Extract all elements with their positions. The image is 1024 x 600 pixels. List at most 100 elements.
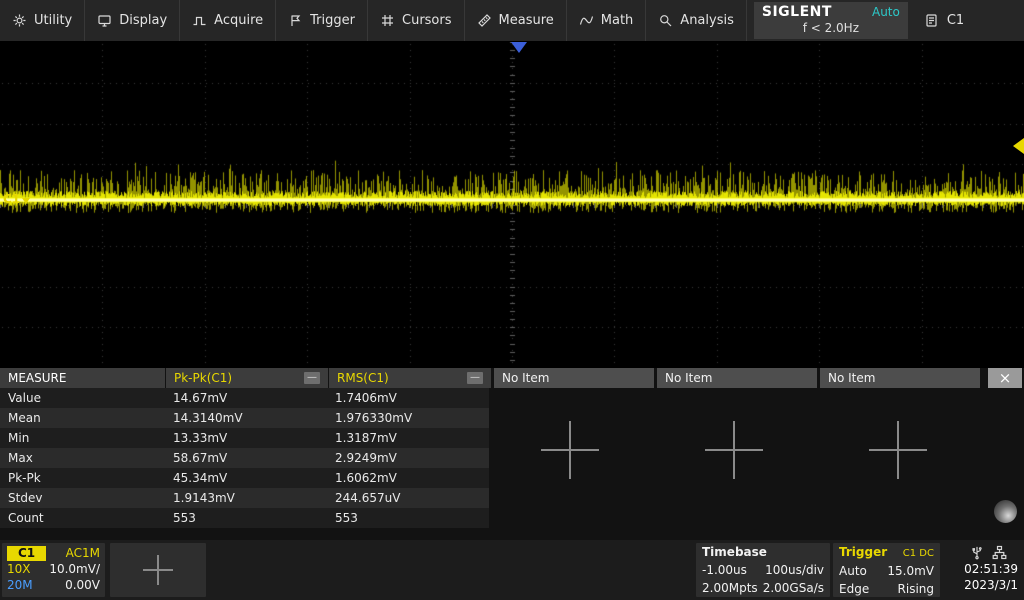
stat-label: Min bbox=[0, 428, 165, 448]
bottom-status-bar: C1 AC1M 10X 10.0mV/ 20M 0.00V Timebase -… bbox=[0, 540, 1024, 600]
trigger-position-marker[interactable] bbox=[511, 42, 527, 53]
stat-value: 244.657uV bbox=[327, 488, 489, 508]
channel-marker-label: C1 bbox=[3, 192, 20, 206]
stat-label: Count bbox=[0, 508, 165, 528]
measure-column-pkpk-label: Pk-Pk(C1) bbox=[174, 371, 232, 385]
stat-value: 1.976330mV bbox=[327, 408, 489, 428]
stat-label: Value bbox=[0, 388, 165, 408]
measure-column-rms-label: RMS(C1) bbox=[337, 371, 389, 385]
measure-header: MEASURE Pk-Pk(C1) — RMS(C1) — No Item No… bbox=[0, 368, 1024, 388]
table-row: Max58.67mV2.9249mV bbox=[0, 448, 489, 468]
stat-value: 1.7406mV bbox=[327, 388, 489, 408]
stat-value: 14.67mV bbox=[165, 388, 327, 408]
trigger-frequency: f < 2.0Hz bbox=[762, 21, 900, 35]
pulse-icon bbox=[192, 13, 207, 28]
stat-value: 1.9143mV bbox=[165, 488, 327, 508]
remove-pkpk-button[interactable]: — bbox=[304, 372, 320, 384]
gear-icon bbox=[12, 13, 27, 28]
timebase-samplerate: 2.00GSa/s bbox=[763, 579, 824, 597]
menu-item-acquire[interactable]: Acquire bbox=[180, 0, 276, 41]
menu-label-measure: Measure bbox=[499, 13, 554, 28]
measure-title: MEASURE bbox=[0, 368, 165, 388]
trigger-title: Trigger bbox=[839, 544, 887, 561]
menu-label-math: Math bbox=[601, 13, 634, 28]
measure-column-pkpk[interactable]: Pk-Pk(C1) — bbox=[166, 368, 328, 388]
menu-item-utility[interactable]: Utility bbox=[0, 0, 85, 41]
channel-marker-arrow-icon bbox=[22, 198, 30, 204]
add-measure-placeholder-3[interactable] bbox=[869, 421, 927, 479]
flag-icon bbox=[288, 13, 303, 28]
trigger-slope: Rising bbox=[898, 580, 934, 598]
active-channel-label[interactable]: C1 bbox=[947, 13, 964, 28]
channel-bandwidth: 20M bbox=[7, 577, 33, 593]
measure-panel: MEASURE Pk-Pk(C1) — RMS(C1) — No Item No… bbox=[0, 368, 1024, 540]
remove-rms-button[interactable]: — bbox=[467, 372, 483, 384]
menu-label-utility: Utility bbox=[34, 13, 72, 28]
top-menu-bar: Utility Display Acquire Trigger Cursors … bbox=[0, 0, 1024, 42]
timebase-descriptor[interactable]: Timebase -1.00us 100us/div 2.00Mpts 2.00… bbox=[696, 543, 830, 597]
clock-time: 02:51:39 bbox=[964, 561, 1018, 577]
stat-value: 45.34mV bbox=[165, 468, 327, 488]
measure-column-empty-2[interactable]: No Item bbox=[657, 368, 817, 388]
waveform-canvas[interactable] bbox=[0, 42, 1024, 368]
channel-offset-marker[interactable]: C1 bbox=[3, 192, 30, 206]
ruler-icon bbox=[477, 13, 492, 28]
add-measure-placeholder-2[interactable] bbox=[705, 421, 763, 479]
measure-column-rms[interactable]: RMS(C1) — bbox=[329, 368, 491, 388]
table-row: Value14.67mV1.7406mV bbox=[0, 388, 489, 408]
menu-item-measure[interactable]: Measure bbox=[465, 0, 567, 41]
measure-column-empty-3[interactable]: No Item bbox=[820, 368, 980, 388]
trigger-descriptor[interactable]: Trigger C1 DC Auto 15.0mV Edge Rising bbox=[833, 543, 940, 597]
channel-descriptor-c1[interactable]: C1 AC1M 10X 10.0mV/ 20M 0.00V bbox=[2, 543, 105, 597]
channel-badge: C1 bbox=[7, 546, 46, 561]
channel-probe: 10X bbox=[7, 561, 31, 577]
menu-item-analysis[interactable]: Analysis bbox=[646, 0, 747, 41]
table-row: Mean14.3140mV1.976330mV bbox=[0, 408, 489, 428]
menu-item-display[interactable]: Display bbox=[85, 0, 180, 41]
table-row: Pk-Pk45.34mV1.6062mV bbox=[0, 468, 489, 488]
table-row: Min13.33mV1.3187mV bbox=[0, 428, 489, 448]
brand-logo: SIGLENT bbox=[762, 4, 832, 20]
timebase-points: 2.00Mpts bbox=[702, 579, 758, 597]
math-icon bbox=[579, 13, 594, 28]
clock-date: 2023/3/1 bbox=[964, 577, 1018, 593]
stat-value: 553 bbox=[327, 508, 489, 528]
usb-icon bbox=[970, 545, 984, 560]
close-measure-button[interactable]: × bbox=[988, 368, 1022, 388]
stat-value: 1.3187mV bbox=[327, 428, 489, 448]
multifunction-knob-icon[interactable] bbox=[994, 500, 1017, 523]
add-measure-placeholder-1[interactable] bbox=[541, 421, 599, 479]
stat-value: 2.9249mV bbox=[327, 448, 489, 468]
timebase-delay: -1.00us bbox=[702, 561, 747, 579]
stat-label: Pk-Pk bbox=[0, 468, 165, 488]
plus-icon bbox=[143, 555, 173, 585]
stat-label: Max bbox=[0, 448, 165, 468]
waveform-area: C1 bbox=[0, 42, 1024, 368]
brand-panel: SIGLENT Auto f < 2.0Hz bbox=[754, 2, 908, 39]
acquisition-status: Auto bbox=[872, 5, 900, 19]
stat-label: Stdev bbox=[0, 488, 165, 508]
trigger-level-marker[interactable] bbox=[1013, 138, 1024, 154]
channel-offset: 0.00V bbox=[65, 577, 100, 593]
clock: 02:51:39 2023/3/1 bbox=[964, 561, 1018, 593]
trigger-type: Edge bbox=[839, 580, 869, 598]
menu-label-display: Display bbox=[119, 13, 167, 28]
menu-label-trigger: Trigger bbox=[310, 13, 355, 28]
table-row: Stdev1.9143mV244.657uV bbox=[0, 488, 489, 508]
menu-item-cursors[interactable]: Cursors bbox=[368, 0, 465, 41]
measure-column-empty-1[interactable]: No Item bbox=[494, 368, 654, 388]
stat-value: 58.67mV bbox=[165, 448, 327, 468]
menu-label-cursors: Cursors bbox=[402, 13, 452, 28]
notes-icon[interactable] bbox=[924, 13, 939, 28]
menu-item-trigger[interactable]: Trigger bbox=[276, 0, 368, 41]
trigger-mode: Auto bbox=[839, 562, 867, 580]
menu-item-math[interactable]: Math bbox=[567, 0, 647, 41]
oscilloscope-screen: Utility Display Acquire Trigger Cursors … bbox=[0, 0, 1024, 600]
add-channel-button[interactable] bbox=[110, 543, 206, 597]
trigger-level: 15.0mV bbox=[887, 562, 934, 580]
measure-rows: Value14.67mV1.7406mV Mean14.3140mV1.9763… bbox=[0, 388, 489, 528]
table-row: Count553553 bbox=[0, 508, 489, 528]
stat-label: Mean bbox=[0, 408, 165, 428]
stat-value: 13.33mV bbox=[165, 428, 327, 448]
monitor-icon bbox=[97, 13, 112, 28]
